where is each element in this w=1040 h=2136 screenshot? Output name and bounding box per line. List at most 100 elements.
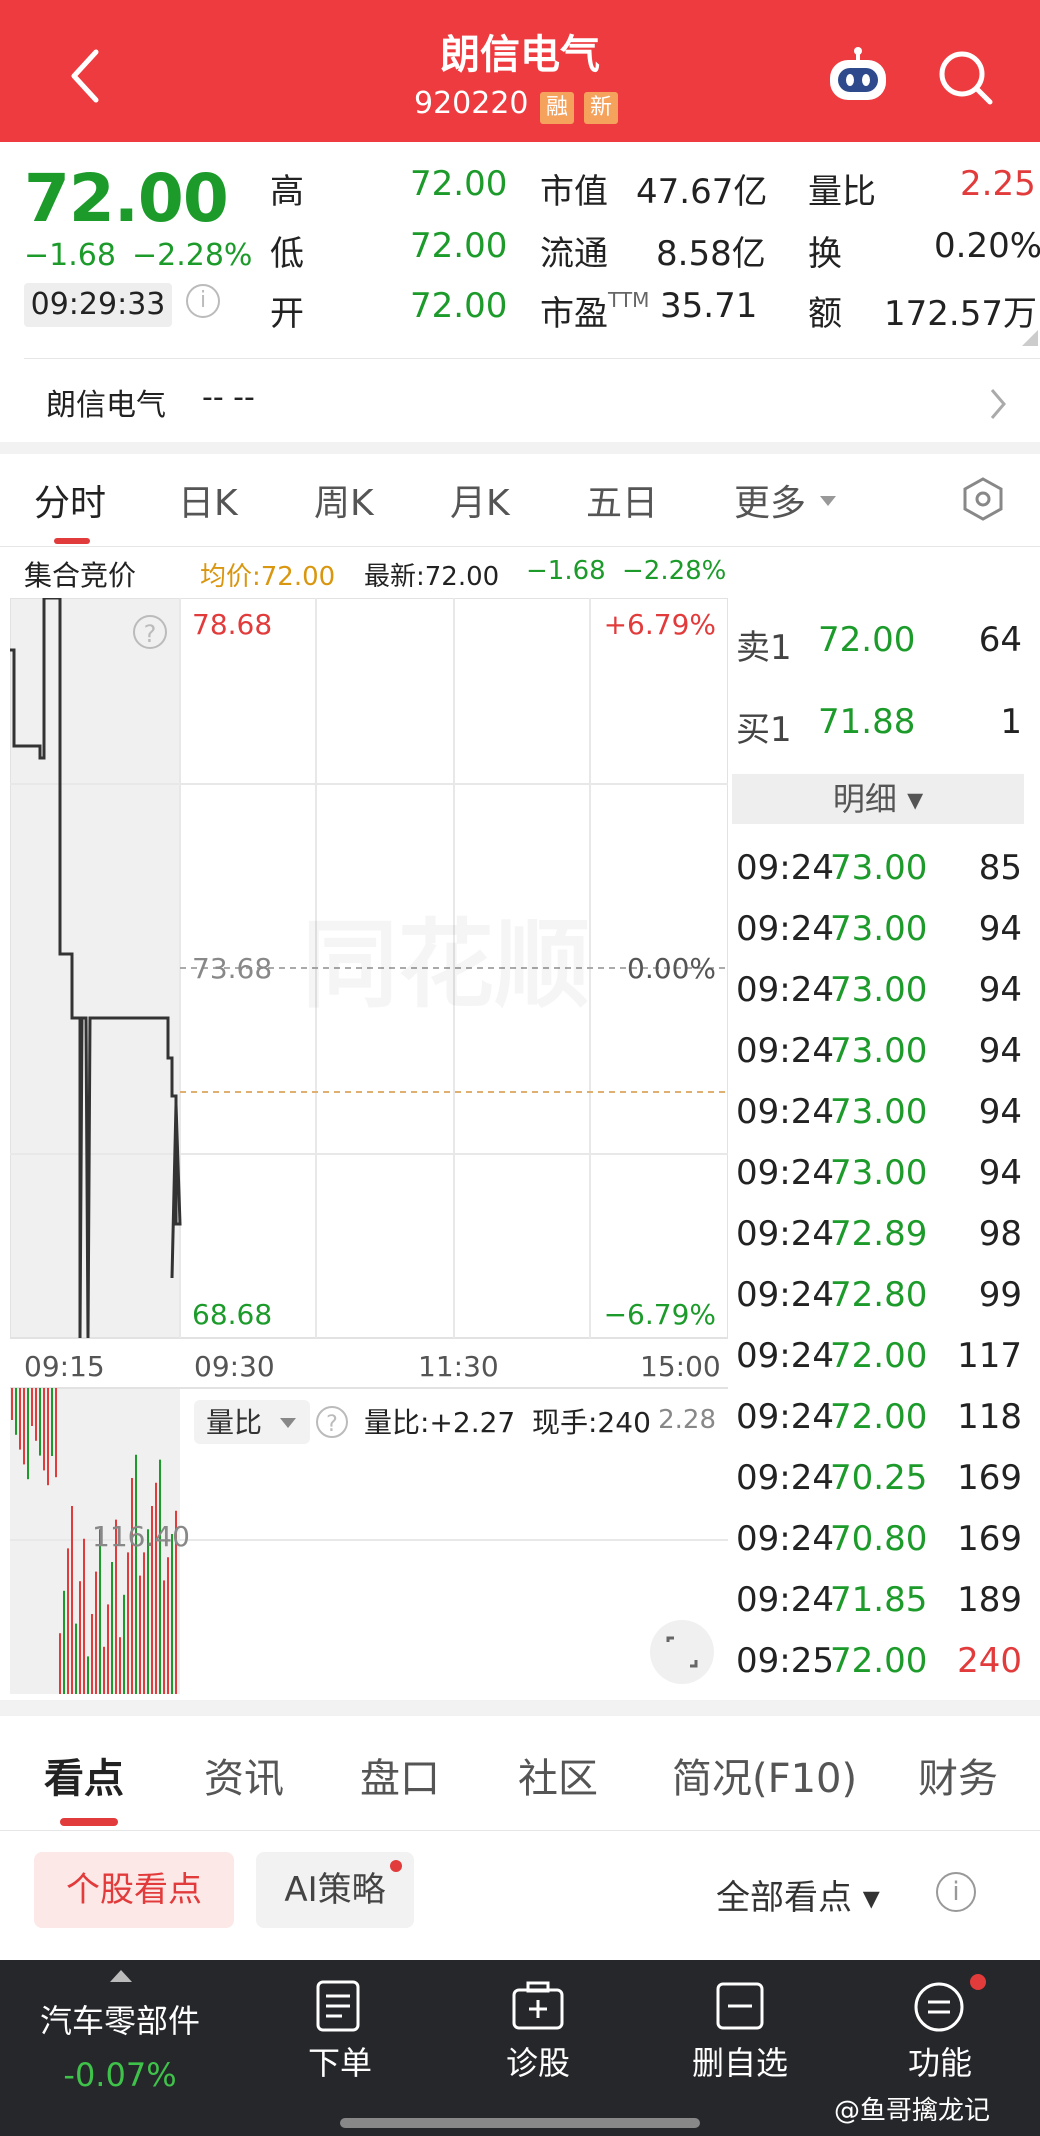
tick-volume: 240 [957, 1641, 1022, 1681]
order-icon[interactable] [314, 1978, 364, 2034]
diagnose-icon[interactable] [510, 1980, 566, 2032]
price-label-mid: 73.68 [192, 952, 272, 985]
stat-label-float: 流通 [540, 234, 608, 274]
home-indicator [340, 2118, 700, 2128]
nav-function[interactable]: 功能 [880, 2038, 1000, 2084]
tick-time: 09:24 [736, 1580, 834, 1620]
tab-news[interactable]: 资讯 [204, 1746, 284, 1804]
tab-monthly-k[interactable]: 月K [450, 474, 510, 526]
sub-change: −1.68 [526, 556, 606, 586]
detail-dropdown[interactable]: 明细 ▾ [732, 774, 1024, 824]
tick-price: 73.00 [830, 909, 928, 949]
sector-name[interactable]: 汽车零部件 [20, 1996, 220, 2042]
stock-name-row[interactable]: 朗信电气 [46, 380, 166, 424]
tick-time: 09:24 [736, 1458, 834, 1498]
ask1-price: 72.00 [818, 620, 916, 660]
remove-watchlist-icon[interactable] [714, 1980, 766, 2032]
expand-corner-icon[interactable] [1022, 330, 1038, 346]
tab-finance[interactable]: 财务 [918, 1746, 998, 1804]
tick-row: 09:24 73.00 94 [736, 970, 1022, 1026]
tick-time: 09:24 [736, 1214, 834, 1254]
tick-time: 09:24 [736, 1031, 834, 1071]
section-gap [0, 442, 1040, 454]
tab-intraday[interactable]: 分时 [34, 474, 106, 526]
new-tag: 新 [584, 92, 618, 124]
tick-row: 09:24 72.00 118 [736, 1397, 1022, 1453]
stat-label-open: 开 [270, 294, 304, 334]
price-label-top: 78.68 [192, 608, 272, 641]
tick-volume: 94 [978, 909, 1022, 949]
active-news-tab-indicator [60, 1818, 118, 1826]
tick-volume: 94 [978, 970, 1022, 1010]
vol-help-glyph: ? [326, 1412, 338, 1437]
caret-down-icon [820, 496, 836, 506]
tick-price: 73.00 [830, 1092, 928, 1132]
function-notification-dot [970, 1974, 986, 1990]
tick-volume: 94 [978, 1153, 1022, 1193]
tick-price: 72.80 [830, 1275, 928, 1315]
function-icon[interactable] [912, 1980, 966, 2034]
tick-volume: 98 [978, 1214, 1022, 1254]
caret-up-icon[interactable] [108, 1968, 134, 1984]
chevron-right-icon[interactable] [988, 386, 1008, 422]
ai-robot-icon[interactable] [826, 46, 890, 104]
tick-volume: 169 [957, 1458, 1022, 1498]
tick-time: 09:24 [736, 1275, 834, 1315]
tick-price: 73.00 [830, 1031, 928, 1071]
tick-row: 09:24 70.80 169 [736, 1519, 1022, 1575]
tick-price: 72.89 [830, 1214, 928, 1254]
divider [0, 1830, 1040, 1831]
latest-price: 最新:72.00 [364, 562, 500, 592]
tick-volume: 94 [978, 1031, 1022, 1071]
info-icon[interactable]: i [186, 284, 220, 318]
stat-value-open: 72.00 [410, 286, 508, 326]
tick-price: 73.00 [830, 848, 928, 888]
section-gap [0, 1700, 1040, 1716]
info-icon[interactable]: i [936, 1872, 976, 1912]
intraday-chart[interactable]: 同花顺 78.68 +6.79% 73.68 0.00% 68.68 −6.79… [10, 598, 728, 1694]
tick-volume: 118 [957, 1397, 1022, 1437]
divider [24, 358, 1040, 359]
time-label-1130: 11:30 [418, 1350, 499, 1383]
all-highlights-filter[interactable]: 全部看点 ▾ [716, 1870, 880, 1919]
settings-hexagon-icon[interactable] [960, 476, 1006, 522]
stat-value-low: 72.00 [410, 226, 508, 266]
tick-row: 09:24 73.00 94 [736, 1031, 1022, 1087]
nav-remove-watchlist[interactable]: 删自选 [670, 2038, 810, 2084]
tab-daily-k[interactable]: 日K [178, 474, 238, 526]
active-tab-indicator [54, 538, 90, 544]
stock-highlights-pill[interactable]: 个股看点 [34, 1852, 234, 1928]
stat-value-amount: 172.57万 [884, 294, 1037, 334]
tick-time: 09:24 [736, 970, 834, 1010]
stat-pe-ttm: TTM [608, 288, 650, 312]
tick-row: 09:25 72.00 240 [736, 1641, 1022, 1697]
fullscreen-button[interactable] [650, 1620, 714, 1684]
stat-label-pe: 市盈 [540, 294, 608, 334]
last-price: 72.00 [24, 160, 229, 237]
stock-code: 920220 [414, 86, 529, 121]
tab-highlights[interactable]: 看点 [44, 1746, 124, 1804]
tab-f10[interactable]: 简况(F10) [672, 1746, 857, 1804]
tab-five-day[interactable]: 五日 [586, 474, 658, 526]
vol-now-label: 现手:240 [532, 1406, 651, 1439]
tick-time: 09:24 [736, 1519, 834, 1559]
tick-time: 09:25 [736, 1641, 834, 1681]
tick-row: 09:24 70.25 169 [736, 1458, 1022, 1514]
ask1-label: 卖1 [736, 628, 792, 668]
time-label-0930: 09:30 [194, 1350, 275, 1383]
nav-order[interactable]: 下单 [280, 2038, 400, 2084]
tab-weekly-k[interactable]: 周K [314, 474, 374, 526]
tick-price: 72.00 [830, 1641, 928, 1681]
avg-price: 均价:72.00 [200, 562, 336, 592]
tab-more[interactable]: 更多 [734, 474, 806, 526]
stat-label-mktcap: 市值 [540, 172, 608, 212]
tick-row: 09:24 72.80 99 [736, 1275, 1022, 1331]
vol-ratio-label: 量比:+2.27 [364, 1406, 515, 1439]
tab-community[interactable]: 社区 [518, 1746, 598, 1804]
search-icon[interactable] [936, 48, 994, 106]
tab-order-book[interactable]: 盘口 [360, 1746, 440, 1804]
auction-label: 集合竞价 [24, 559, 137, 592]
time-label-0915: 09:15 [24, 1350, 105, 1383]
weibo-watermark: @鱼哥擒龙记 [834, 2096, 991, 2126]
nav-diagnose[interactable]: 诊股 [478, 2038, 598, 2084]
